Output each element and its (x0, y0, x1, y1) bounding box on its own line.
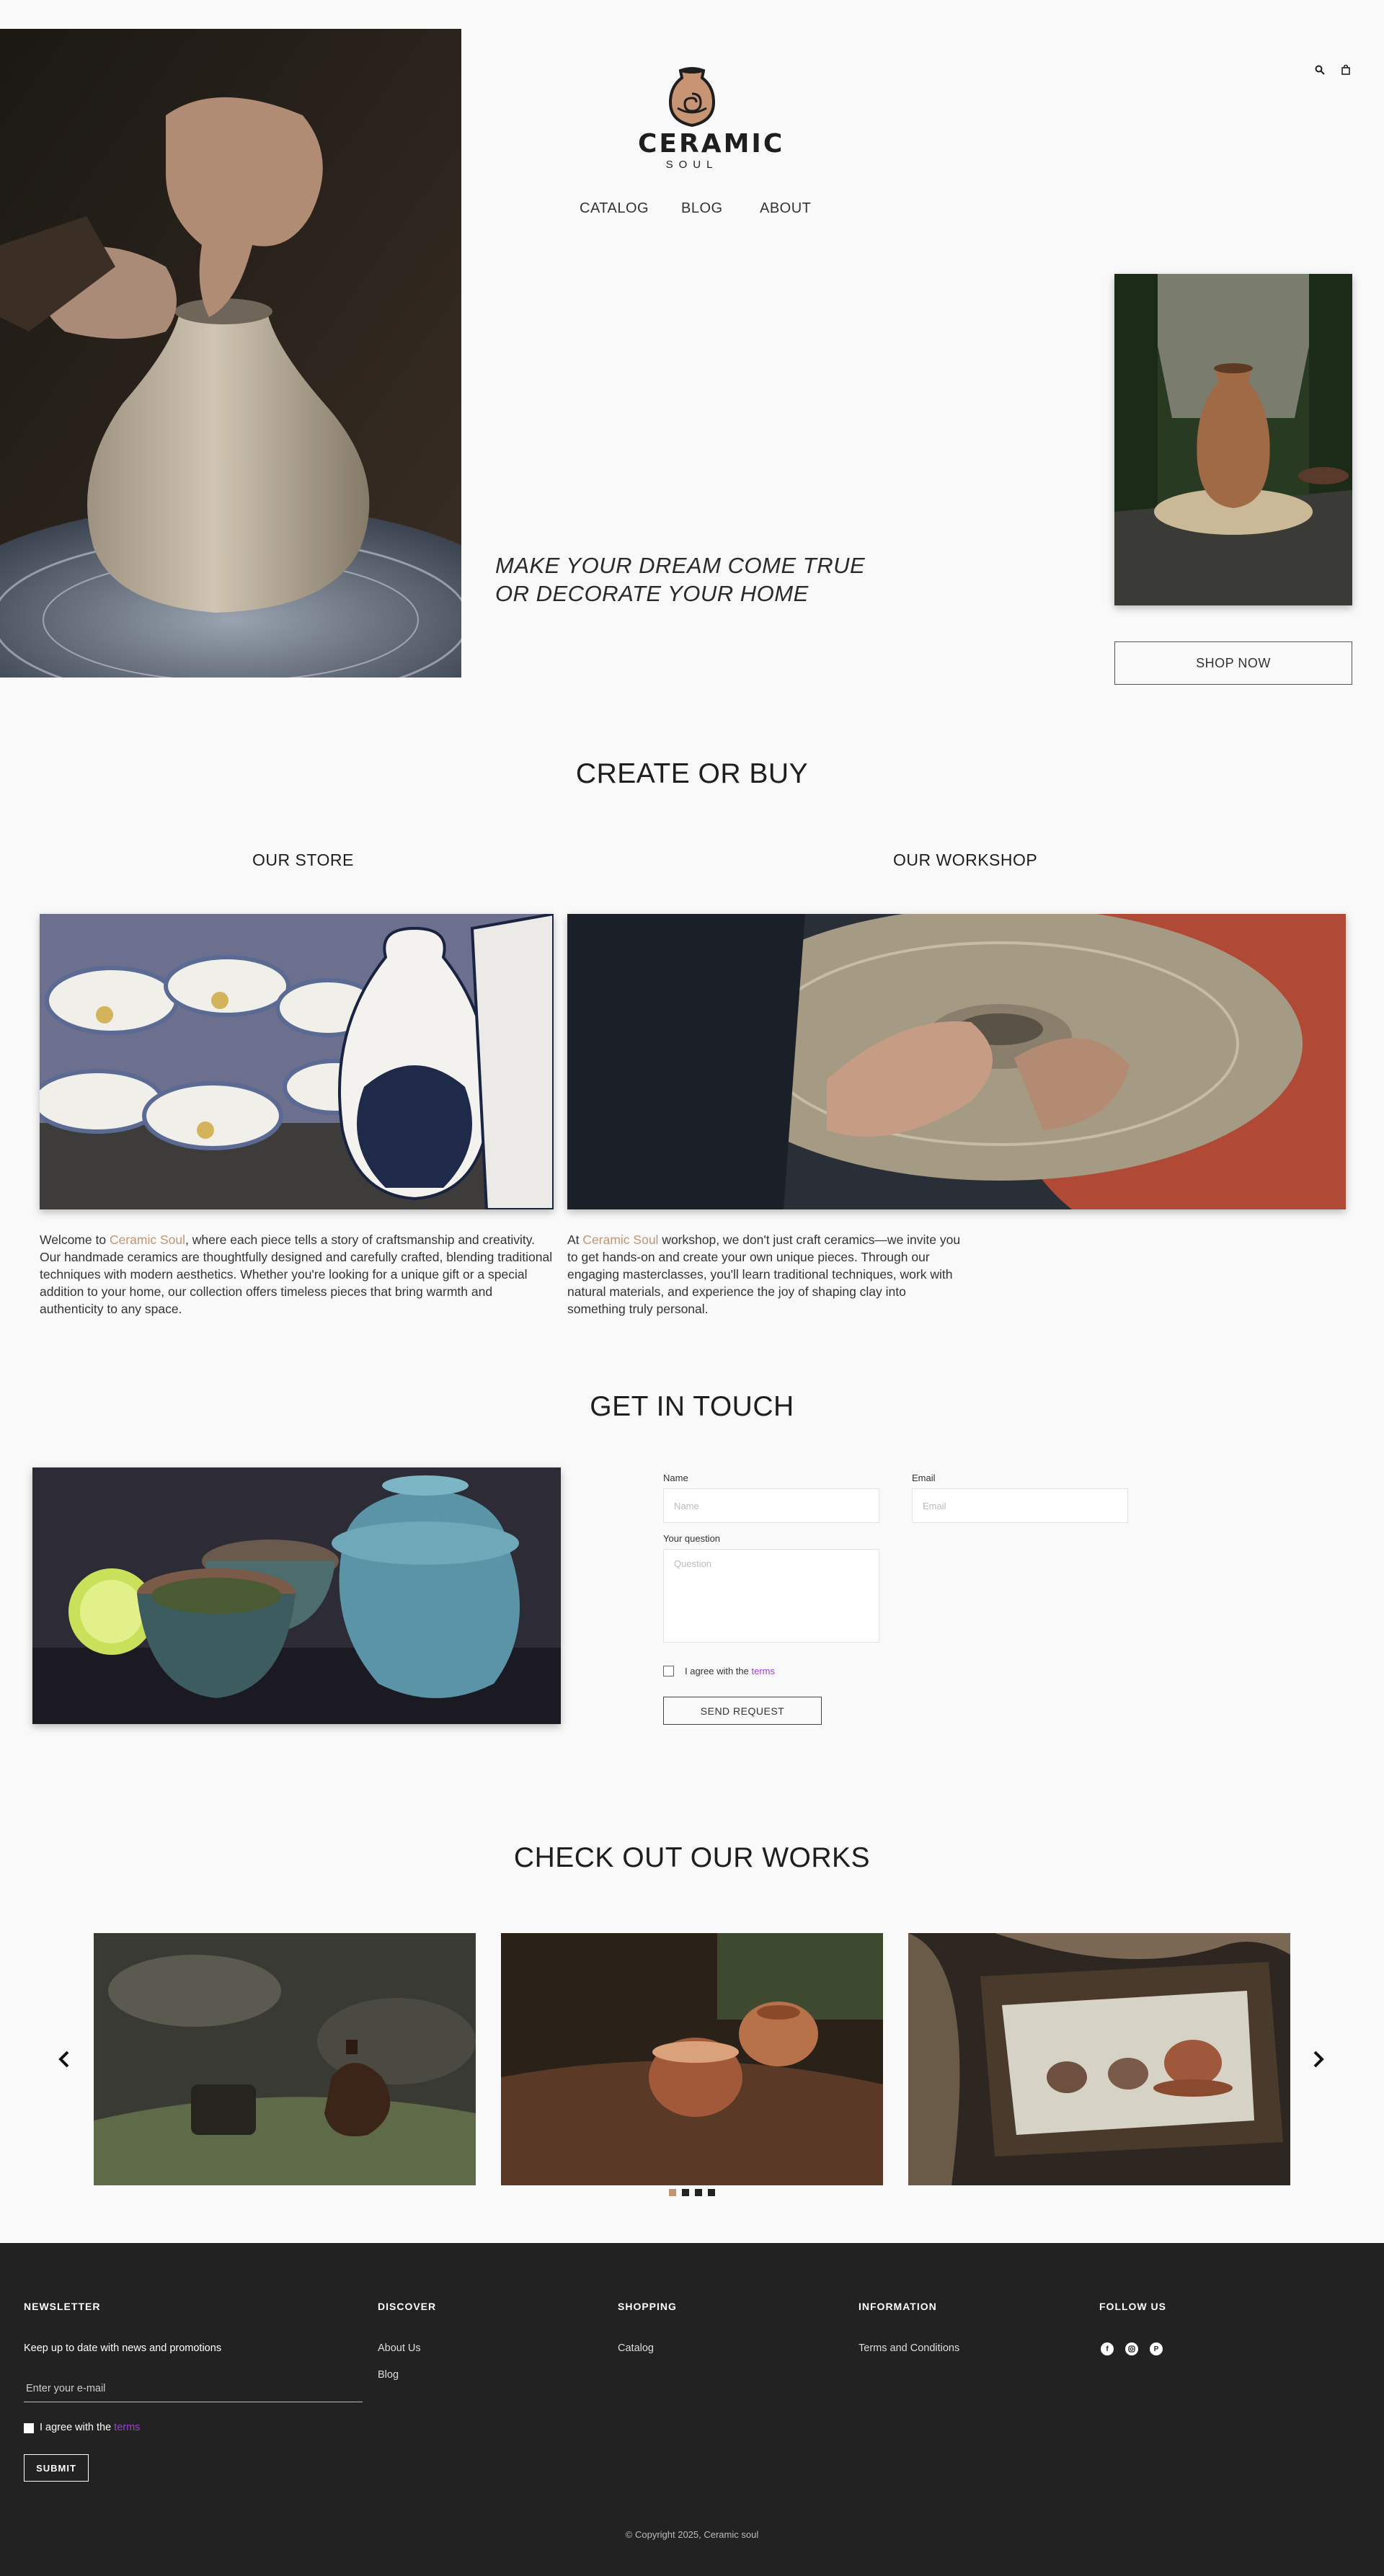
store-brand-link[interactable]: Ceramic Soul (110, 1233, 185, 1247)
newsletter-agree-label: I agree with the terms (40, 2422, 140, 2433)
store-text-pre: Welcome to (40, 1233, 110, 1247)
instagram-icon[interactable] (1125, 2342, 1138, 2355)
facebook-icon[interactable]: f (1101, 2342, 1114, 2355)
get-in-touch-title: GET IN TOUCH (590, 1391, 794, 1422)
hero-tagline-line1: MAKE YOUR DREAM COME TRUE (495, 553, 866, 578)
workshop-brand-link[interactable]: Ceramic Soul (582, 1233, 658, 1247)
shopping-title: SHOPPING (618, 2301, 677, 2312)
works-title: CHECK OUT OUR WORKS (513, 1842, 871, 1873)
vase-logo-icon (668, 67, 716, 128)
shop-now-button[interactable]: SHOP NOW (1114, 641, 1352, 685)
footer-link-about-us[interactable]: About Us (378, 2342, 421, 2354)
send-request-button[interactable]: SEND REQUEST (663, 1697, 822, 1725)
contact-terms-link[interactable]: terms (752, 1666, 776, 1676)
question-textarea[interactable]: Question (663, 1549, 879, 1643)
work-slide-3[interactable] (908, 1933, 1290, 2185)
work-slide-2[interactable] (501, 1933, 883, 2185)
nav-about[interactable]: ABOUT (760, 200, 811, 217)
teaware-image (32, 1467, 561, 1724)
carousel-dot-2[interactable] (682, 2189, 689, 2196)
carousel-next-arrow[interactable] (1310, 2049, 1325, 2074)
discover-title: DISCOVER (378, 2301, 437, 2312)
email-input[interactable]: Email (912, 1488, 1128, 1523)
our-workshop-title: OUR WORKSHOP (893, 850, 1038, 869)
newsletter-email-input[interactable]: Enter your e-mail (24, 2383, 363, 2402)
newsletter-title: NEWSLETTER (24, 2301, 101, 2312)
question-label: Your question (663, 1533, 721, 1544)
workshop-wheel-image[interactable] (567, 907, 1346, 1209)
hero-pottery-image (0, 29, 461, 678)
store-description: Welcome to Ceramic Soul, where each piec… (40, 1231, 554, 1318)
carousel-dot-3[interactable] (695, 2189, 702, 2196)
newsletter-agree-checkbox[interactable] (24, 2423, 34, 2433)
newsletter-submit-button[interactable]: SUBMIT (24, 2454, 89, 2482)
our-store-title: OUR STORE (252, 850, 354, 869)
newsletter-terms-link[interactable]: terms (114, 2422, 140, 2433)
footer-link-terms[interactable]: Terms and Conditions (859, 2342, 959, 2354)
cart-icon[interactable] (1339, 63, 1352, 76)
hero-tagline: MAKE YOUR DREAM COME TRUE OR DECORATE YO… (495, 551, 865, 608)
logo-subtitle: SOUL (665, 159, 719, 171)
follow-us-title: FOLLOW US (1099, 2301, 1166, 2312)
workshop-text-pre: At (567, 1233, 583, 1247)
logo-name: CERAMIC (638, 129, 785, 159)
carousel-dot-4[interactable] (708, 2189, 715, 2196)
footer (0, 2243, 1384, 2576)
newsletter-agree-text: I agree with the (40, 2422, 115, 2433)
vase-on-bench-image (1114, 274, 1352, 605)
hero-tagline-line2: OR DECORATE YOUR HOME (495, 581, 809, 606)
information-title: INFORMATION (859, 2301, 937, 2312)
work-slide-1[interactable] (94, 1933, 476, 2185)
logo[interactable]: CERAMIC SOUL (638, 65, 785, 173)
pinterest-icon[interactable]: P (1150, 2342, 1163, 2355)
newsletter-description: Keep up to date with news and promotions (24, 2342, 222, 2354)
workshop-description: At Ceramic Soul workshop, we don't just … (567, 1231, 964, 1318)
footer-link-blog[interactable]: Blog (378, 2369, 399, 2381)
contact-agree-checkbox[interactable] (663, 1666, 674, 1676)
email-label: Email (912, 1473, 936, 1483)
nav-catalog[interactable]: CATALOG (580, 200, 649, 217)
store-ceramics-image[interactable] (30, 912, 555, 1211)
name-input[interactable]: Name (663, 1488, 879, 1523)
carousel-dot-1[interactable] (669, 2189, 676, 2196)
footer-link-catalog[interactable]: Catalog (618, 2342, 654, 2354)
contact-agree-label: I agree with the terms (685, 1666, 775, 1676)
search-icon[interactable] (1313, 63, 1326, 76)
copyright: © Copyright 2025, Ceramic soul (625, 2529, 759, 2540)
contact-agree-text: I agree with the (685, 1666, 752, 1676)
carousel-prev-arrow[interactable] (58, 2049, 72, 2074)
nav-blog[interactable]: BLOG (681, 200, 723, 217)
create-or-buy-title: CREATE OR BUY (575, 758, 809, 789)
name-label: Name (663, 1473, 688, 1483)
